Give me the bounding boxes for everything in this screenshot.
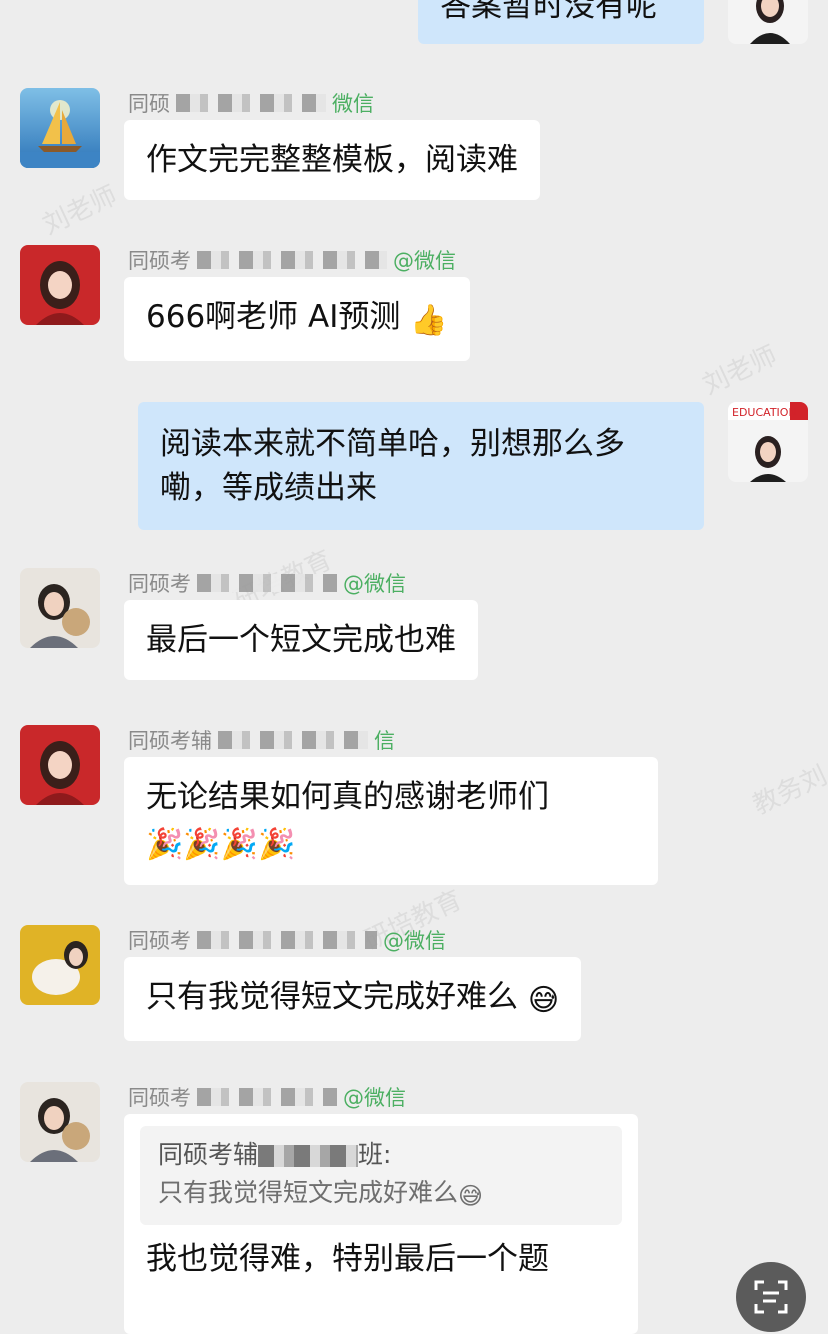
avatar-image (20, 1082, 100, 1162)
contact-avatar[interactable] (20, 88, 100, 168)
redacted-name (197, 251, 387, 269)
message-bubble[interactable]: 666啊老师 AI预测 👍 (124, 277, 470, 361)
avatar-image (20, 725, 100, 805)
redacted-name (197, 574, 337, 592)
education-banner-text: EDUCATION (732, 406, 797, 419)
quoted-message[interactable]: 同硕考辅 班: 只有我觉得短文完成好难么😅 (140, 1126, 622, 1225)
my-avatar[interactable]: EDUCATION (728, 402, 808, 482)
quoted-sender: 同硕考辅 班: (158, 1140, 392, 1169)
contact-avatar[interactable] (20, 1082, 100, 1162)
redacted-name (218, 731, 368, 749)
message-text: 我也觉得难，特别最后一个题 (146, 1241, 549, 1277)
contact-avatar[interactable] (20, 925, 100, 1005)
message-bubble[interactable]: 只有我觉得短文完成好难么 😅 (124, 957, 582, 1041)
scan-button[interactable] (736, 1262, 806, 1332)
message-text: 只有我觉得短文完成好难么 (146, 979, 518, 1015)
redacted-name (176, 94, 326, 112)
avatar-image (20, 245, 100, 325)
redacted-name (258, 1145, 359, 1167)
message-text: 阅读本来就不简单哈，别想那么多嘞，等成绩出来 (160, 426, 625, 506)
quoted-text: 只有我觉得短文完成好难么😅 (158, 1174, 604, 1215)
avatar-image (20, 925, 100, 1005)
watermark: 刘老师 (38, 180, 122, 241)
avatar-image (20, 568, 100, 648)
avatar-image (728, 0, 808, 44)
my-avatar[interactable] (728, 0, 808, 44)
sender-name: 同硕考 @微信 (128, 1086, 406, 1110)
contact-avatar[interactable] (20, 568, 100, 648)
message-bubble[interactable]: 阅读本来就不简单哈，别想那么多嘞，等成绩出来 (138, 402, 704, 530)
sweat-smile-icon: 😅 (458, 1182, 484, 1210)
sender-name: 同硕考 @微信 (128, 249, 456, 273)
contact-avatar[interactable] (20, 725, 100, 805)
scan-icon (754, 1280, 788, 1314)
sailboat-avatar-image (20, 88, 100, 168)
sender-name: 同硕 微信 (128, 92, 374, 116)
message-bubble[interactable]: 同硕考辅 班: 只有我觉得短文完成好难么😅 我也觉得难，特别最后一个题 (124, 1114, 638, 1334)
avatar-image: EDUCATION (728, 402, 808, 482)
sender-name: 同硕考辅 信 (128, 729, 395, 753)
message-bubble[interactable]: 无论结果如何真的感谢老师们 🎉🎉🎉🎉 (124, 757, 658, 885)
message-text: 作文完完整整模板，阅读难 (146, 142, 518, 178)
message-text: 答案暂时没有呢 (440, 0, 657, 24)
watermark: 刘老师 (698, 340, 782, 401)
message-text: 无论结果如何真的感谢老师们 (146, 779, 549, 815)
message-text: 666啊老师 AI预测 (146, 299, 401, 335)
contact-avatar[interactable] (20, 245, 100, 325)
sweat-smile-icon: 😅 (527, 983, 560, 1018)
thumbs-up-icon: 👍 (410, 303, 448, 338)
message-bubble[interactable]: 最后一个短文完成也难 (124, 600, 478, 680)
watermark: 教务刘 (748, 760, 828, 821)
message-bubble[interactable]: 作文完完整整模板，阅读难 (124, 120, 540, 200)
sender-name: 同硕考 @微信 (128, 572, 406, 596)
party-popper-icon: 🎉🎉🎉🎉 (146, 827, 296, 862)
message-text: 最后一个短文完成也难 (146, 622, 456, 658)
message-bubble[interactable]: 答案暂时没有呢 (418, 0, 704, 44)
redacted-name (197, 1088, 337, 1106)
redacted-name (197, 931, 377, 949)
sender-name: 同硕考 @微信 (128, 929, 446, 953)
